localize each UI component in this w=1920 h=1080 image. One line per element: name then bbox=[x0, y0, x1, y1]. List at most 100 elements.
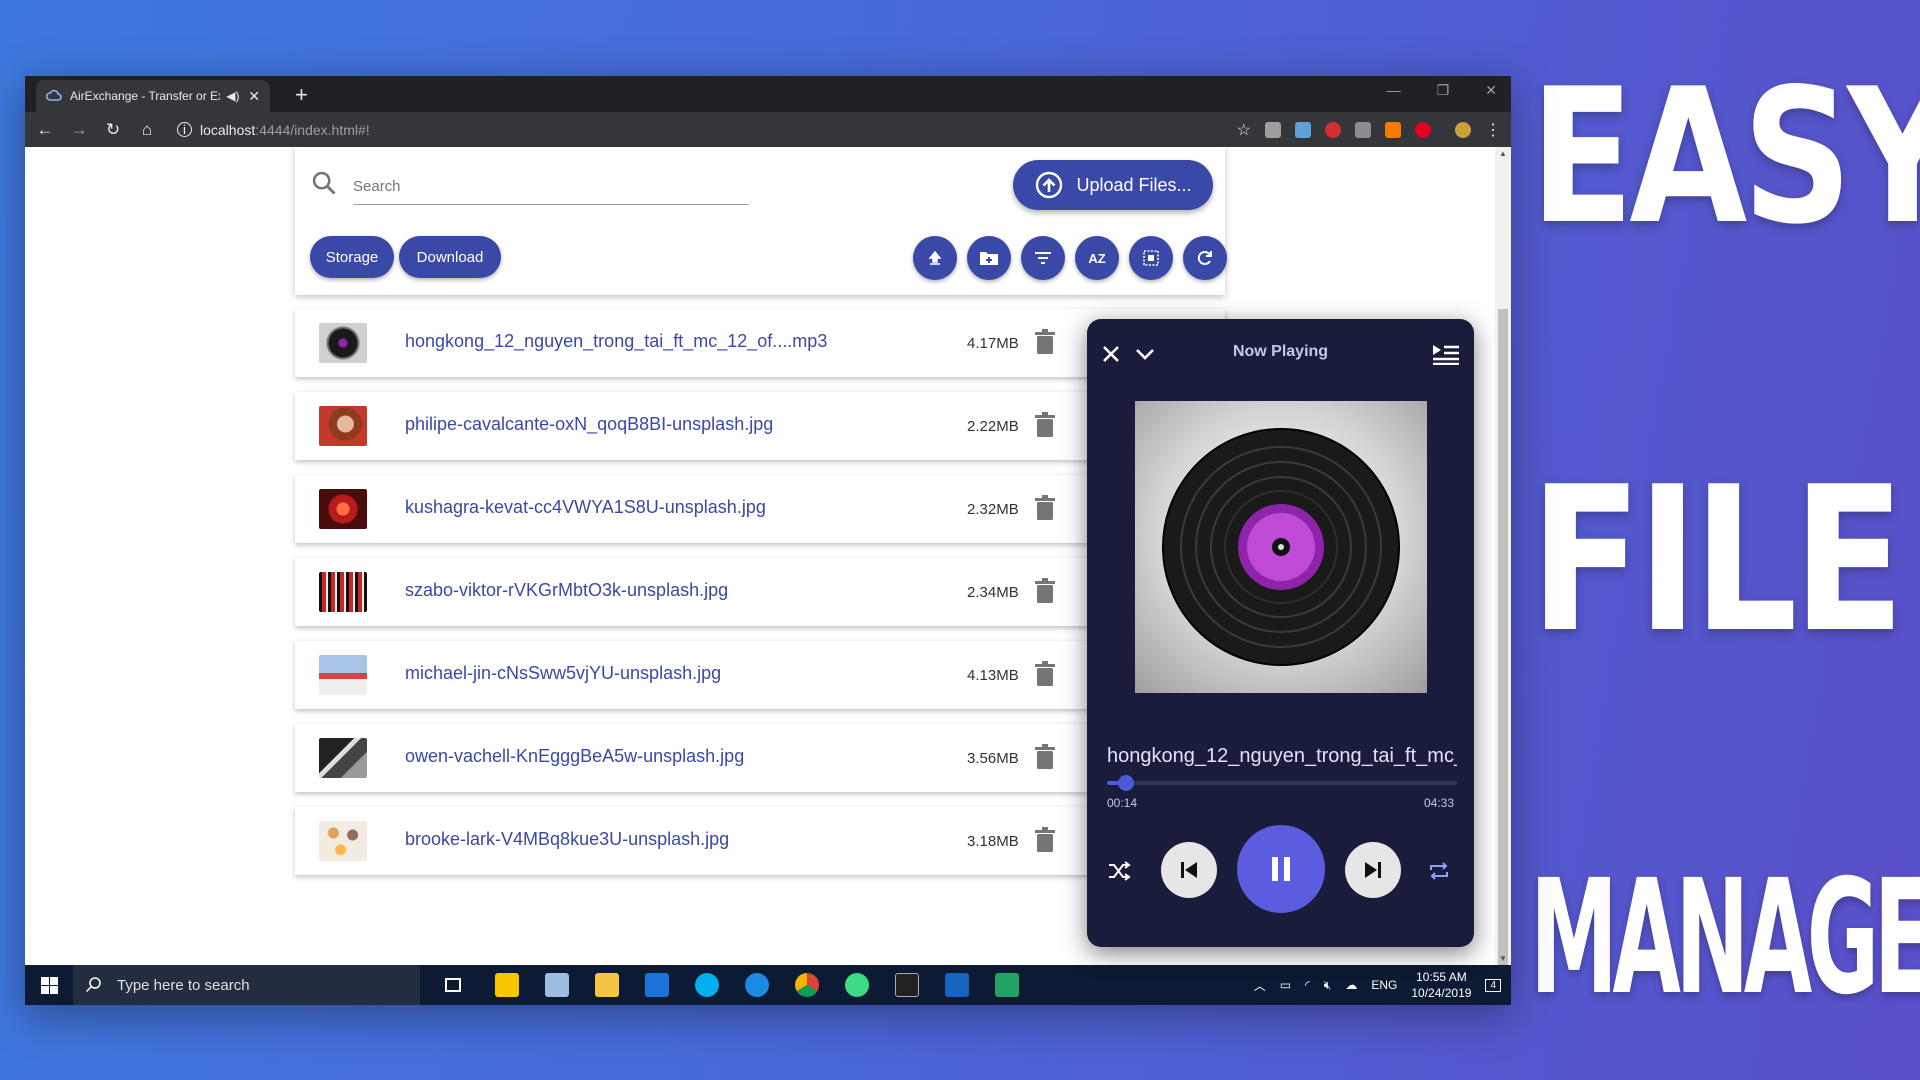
sort-az-button[interactable]: AZ bbox=[1075, 236, 1119, 280]
file-row[interactable]: hongkong_12_nguyen_trong_tai_ft_mc_12_of… bbox=[295, 309, 1225, 377]
maps-icon[interactable] bbox=[745, 973, 769, 997]
key-extension-icon[interactable] bbox=[1385, 121, 1401, 138]
progress-knob[interactable] bbox=[1117, 775, 1134, 791]
app-window-icon[interactable] bbox=[945, 973, 969, 997]
tab-title: AirExchange - Transfer or Exc bbox=[70, 89, 221, 103]
file-thumbnail bbox=[319, 821, 367, 861]
onedrive-icon[interactable]: ☁ bbox=[1345, 978, 1357, 992]
promo-line-easy: EASY bbox=[1530, 48, 1920, 265]
next-button[interactable] bbox=[1345, 842, 1401, 898]
task-view-icon[interactable] bbox=[445, 978, 461, 992]
tab-storage[interactable]: Storage bbox=[310, 236, 394, 278]
file-name[interactable]: hongkong_12_nguyen_trong_tai_ft_mc_12_of… bbox=[405, 331, 827, 352]
new-tab-button[interactable]: + bbox=[295, 82, 308, 108]
scroll-up-icon[interactable]: ▲ bbox=[1499, 149, 1507, 158]
trash-icon[interactable] bbox=[1035, 744, 1055, 770]
file-thumbnail bbox=[319, 572, 367, 612]
windows-taskbar: Type here to search ︿ ▭ ◜ 🔇︎ ☁ ENG 10:55… bbox=[25, 965, 1511, 1005]
repeat-icon[interactable] bbox=[1427, 860, 1451, 882]
address-bar[interactable]: i localhost:4444/index.html#! bbox=[177, 122, 1223, 138]
clock-time: 10:55 AM bbox=[1416, 970, 1467, 984]
tab-close-icon[interactable]: ✕ bbox=[248, 88, 260, 105]
sticky-notes-icon[interactable] bbox=[495, 973, 519, 997]
store-app-icon[interactable] bbox=[645, 973, 669, 997]
battery-icon[interactable]: ▭ bbox=[1280, 978, 1291, 992]
search-input[interactable] bbox=[353, 169, 749, 205]
notification-icon[interactable]: 4 bbox=[1485, 978, 1501, 992]
filter-icon bbox=[1035, 252, 1051, 264]
translate-extension-icon[interactable] bbox=[1295, 121, 1311, 138]
playlist-icon[interactable] bbox=[1432, 343, 1460, 365]
file-row[interactable]: szabo-viktor-rVKGrMbtO3k-unsplash.jpg 2.… bbox=[295, 558, 1225, 626]
chrome-icon[interactable] bbox=[795, 973, 819, 997]
mail-extension-icon[interactable] bbox=[1265, 121, 1281, 138]
refresh-button[interactable] bbox=[1183, 236, 1227, 280]
profile-avatar[interactable] bbox=[1455, 121, 1471, 138]
upload-circle-icon bbox=[1036, 171, 1063, 199]
select-all-icon bbox=[1143, 250, 1159, 266]
forward-icon[interactable]: → bbox=[69, 120, 89, 140]
trash-icon[interactable] bbox=[1035, 578, 1055, 604]
shuffle-icon[interactable] bbox=[1107, 860, 1131, 882]
file-row[interactable]: michael-jin-cNsSww5vjYU-unsplash.jpg 4.1… bbox=[295, 641, 1225, 709]
menu-icon[interactable]: ⋮ bbox=[1485, 120, 1501, 140]
file-name[interactable]: szabo-viktor-rVKGrMbtO3k-unsplash.jpg bbox=[405, 580, 728, 601]
trash-icon[interactable] bbox=[1035, 329, 1055, 355]
previous-button[interactable] bbox=[1161, 842, 1217, 898]
trash-icon[interactable] bbox=[1035, 412, 1055, 438]
upload-files-button[interactable]: Upload Files... bbox=[1013, 160, 1213, 210]
page-scrollbar[interactable]: ▲ ▼ bbox=[1495, 147, 1511, 969]
minimize-icon[interactable]: — bbox=[1387, 82, 1401, 99]
album-art bbox=[1135, 401, 1427, 693]
pinterest-extension-icon[interactable] bbox=[1415, 121, 1431, 138]
photos-icon[interactable] bbox=[545, 973, 569, 997]
taskbar-search[interactable]: Type here to search bbox=[73, 965, 420, 1005]
select-all-button[interactable] bbox=[1129, 236, 1173, 280]
back-icon[interactable]: ← bbox=[35, 120, 55, 140]
skype-icon[interactable] bbox=[695, 973, 719, 997]
language-indicator[interactable]: ENG bbox=[1371, 978, 1397, 992]
adblock-extension-icon[interactable] bbox=[1325, 121, 1341, 138]
file-name[interactable]: kushagra-kevat-cc4VWYA1S8U-unsplash.jpg bbox=[405, 497, 766, 518]
home-icon[interactable]: ⌂ bbox=[137, 120, 157, 140]
info-icon[interactable]: i bbox=[177, 122, 192, 137]
speaker-icon[interactable]: ◀) bbox=[226, 89, 240, 103]
chevron-up-icon[interactable]: ︿ bbox=[1254, 977, 1266, 994]
tab-download[interactable]: Download bbox=[399, 236, 501, 278]
progress-bar[interactable] bbox=[1107, 775, 1457, 791]
file-row[interactable]: owen-vachell-KnEgggBeA5w-unsplash.jpg 3.… bbox=[295, 724, 1225, 792]
file-name[interactable]: brooke-lark-V4MBq8kue3U-unsplash.jpg bbox=[405, 829, 729, 850]
reload-icon[interactable]: ↻ bbox=[103, 120, 123, 140]
file-row[interactable]: philipe-cavalcante-oxN_qoqB8BI-unsplash.… bbox=[295, 392, 1225, 460]
url-host: localhost bbox=[200, 121, 256, 138]
file-thumbnail bbox=[319, 406, 367, 446]
file-name[interactable]: michael-jin-cNsSww5vjYU-unsplash.jpg bbox=[405, 663, 721, 684]
volume-muted-icon[interactable]: 🔇︎ bbox=[1324, 978, 1332, 993]
clock[interactable]: 10:55 AM 10/24/2019 bbox=[1411, 969, 1471, 1001]
scrollbar-thumb[interactable] bbox=[1498, 309, 1508, 969]
trash-icon[interactable] bbox=[1035, 827, 1055, 853]
shield-extension-icon[interactable] bbox=[1355, 121, 1371, 138]
scroll-down-icon[interactable]: ▼ bbox=[1499, 954, 1507, 963]
file-name[interactable]: owen-vachell-KnEgggBeA5w-unsplash.jpg bbox=[405, 746, 744, 767]
terminal-icon[interactable] bbox=[895, 973, 919, 997]
restore-icon[interactable]: ❐ bbox=[1437, 82, 1450, 99]
file-row[interactable]: brooke-lark-V4MBq8kue3U-unsplash.jpg 3.1… bbox=[295, 807, 1225, 875]
trash-icon[interactable] bbox=[1035, 661, 1055, 687]
android-studio-icon[interactable] bbox=[845, 973, 869, 997]
pause-button[interactable] bbox=[1237, 825, 1325, 913]
wifi-icon[interactable]: ◜ bbox=[1305, 978, 1310, 992]
windows-start-icon[interactable] bbox=[41, 977, 58, 994]
upload-action-button[interactable] bbox=[913, 236, 957, 280]
file-name[interactable]: philipe-cavalcante-oxN_qoqB8BI-unsplash.… bbox=[405, 414, 773, 435]
new-folder-button[interactable] bbox=[967, 236, 1011, 280]
filter-button[interactable] bbox=[1021, 236, 1065, 280]
file-row[interactable]: kushagra-kevat-cc4VWYA1S8U-unsplash.jpg … bbox=[295, 475, 1225, 543]
file-explorer-icon[interactable] bbox=[595, 973, 619, 997]
trash-icon[interactable] bbox=[1035, 495, 1055, 521]
file-size: 2.32MB bbox=[967, 501, 1019, 518]
close-window-icon[interactable]: ✕ bbox=[1485, 82, 1497, 99]
browser-tab[interactable]: AirExchange - Transfer or Exc ◀) ✕ bbox=[36, 80, 270, 112]
sheets-app-icon[interactable] bbox=[995, 973, 1019, 997]
star-icon[interactable]: ☆ bbox=[1237, 120, 1251, 140]
